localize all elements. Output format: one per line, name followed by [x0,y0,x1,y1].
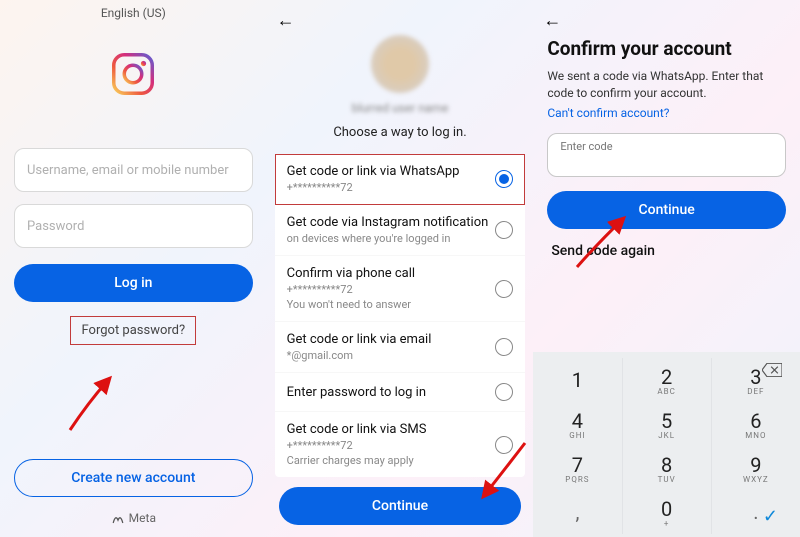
confirm-continue-button[interactable]: Continue [547,191,786,229]
enter-code-input[interactable]: Enter code [547,133,786,177]
keypad-key[interactable]: . [712,490,800,534]
continue-button[interactable]: Continue [279,487,522,525]
keypad-key[interactable]: 2ABC [623,358,712,402]
login-option[interactable]: Get code via Instagram notification on de… [275,205,526,256]
code-label: Enter code [560,140,612,153]
forgot-password-link[interactable]: Forgot password? [70,316,196,345]
radio-icon[interactable] [495,221,513,239]
avatar [371,35,429,93]
keypad-key[interactable]: 6MNO [712,402,800,446]
option-subtitle: You won't need to answer [287,298,496,311]
keypad-key[interactable]: 4GHI [533,402,622,446]
username-placeholder: Username, email or mobile number [27,163,229,178]
option-subtitle: *@gmail.com [287,349,496,362]
back-arrow-icon[interactable]: ← [543,10,561,31]
radio-icon[interactable] [495,383,513,401]
login-option[interactable]: Enter password to log in [275,373,526,412]
radio-icon[interactable] [495,436,513,454]
option-subtitle: on devices where you're logged in [287,232,496,245]
keypad-key[interactable]: 9WXYZ [712,446,800,490]
cant-confirm-link[interactable]: Can't confirm account? [547,106,669,120]
keypad-key[interactable]: 0+ [623,490,712,534]
option-subtitle: +**********72 [287,439,496,452]
back-arrow-icon[interactable]: ← [277,10,295,31]
keypad-key[interactable]: 7PQRS [533,446,622,490]
keypad-key[interactable]: 1 [533,358,622,402]
radio-icon[interactable] [495,338,513,356]
backspace-key[interactable] [762,362,782,381]
keypad-key[interactable]: , [533,490,622,534]
login-option[interactable]: Get code or link via WhatsApp +**********… [275,154,526,205]
confirm-description: We sent a code via WhatsApp. Enter that … [547,68,786,102]
avatar-section: blurred user name Choose a way to log in… [267,35,534,140]
send-code-again-link[interactable]: Send code again [551,243,782,259]
option-subtitle: +**********72 [287,181,496,194]
submit-check-key[interactable]: ✓ [763,506,778,527]
radio-icon[interactable] [495,170,513,188]
meta-label: Meta [129,511,156,525]
language-selector[interactable]: English (US) [0,0,267,22]
choose-login-panel: ← blurred user name Choose a way to log … [267,0,534,537]
login-option[interactable]: Get code or link via email *@gmail.com [275,322,526,373]
create-account-button[interactable]: Create new account [14,459,253,497]
instagram-logo-icon [105,46,161,102]
option-subtitle: Carrier charges may apply [287,454,496,467]
logo-wrap [0,46,267,102]
meta-brand: Meta [0,505,267,537]
option-title: Get code or link via email [287,332,496,347]
login-option[interactable]: Confirm via phone call +**********72 You w… [275,256,526,322]
login-panel: English (US) Username, email or mobile n… [0,0,267,537]
keypad-key[interactable]: 3DEF [712,358,800,402]
radio-icon[interactable] [495,280,513,298]
choose-subtitle: Choose a way to log in. [333,125,466,140]
option-subtitle: +**********72 [287,283,496,296]
confirm-account-panel: ← Confirm your account We sent a code vi… [533,0,800,537]
keypad-key[interactable]: 5JKL [623,402,712,446]
avatar-name: blurred user name [352,101,449,115]
option-title: Get code or link via WhatsApp [287,164,496,179]
option-title: Get code via Instagram notification [287,215,496,230]
password-placeholder: Password [27,219,84,234]
login-button[interactable]: Log in [14,264,253,302]
numeric-keypad: 12ABC3DEF 4GHI5JKL6MNO 7PQRS8TUV9WXYZ,0+.✓ [533,352,800,537]
confirm-title: Confirm your account [547,37,786,60]
password-input[interactable]: Password [14,204,253,248]
option-title: Enter password to log in [287,385,496,400]
login-option[interactable]: Get code or link via SMS +**********72 Car… [275,412,526,477]
option-title: Get code or link via SMS [287,422,496,437]
username-input[interactable]: Username, email or mobile number [14,148,253,192]
login-options-list: Get code or link via WhatsApp +**********… [275,154,526,477]
keypad-key[interactable]: 8TUV [623,446,712,490]
option-title: Confirm via phone call [287,266,496,281]
